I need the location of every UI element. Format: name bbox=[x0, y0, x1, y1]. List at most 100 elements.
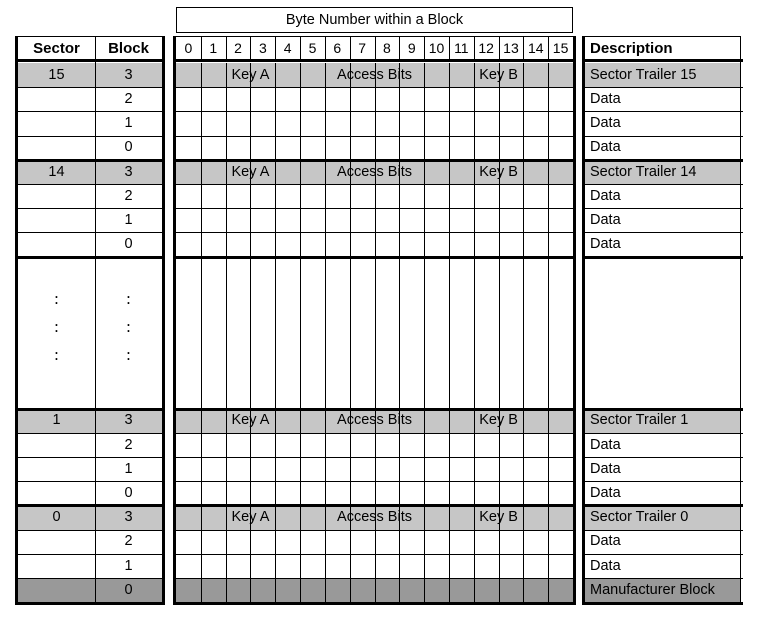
grid-column-line bbox=[300, 135, 301, 160]
row-separator-description bbox=[582, 208, 743, 210]
grid-column-line bbox=[548, 135, 549, 160]
byte-header-title: Byte Number within a Block bbox=[285, 11, 464, 28]
grid-right-border bbox=[573, 36, 576, 606]
byte-header-column-line bbox=[375, 36, 376, 60]
grid-column-line bbox=[300, 529, 301, 554]
byte-number-header-9: 9 bbox=[407, 40, 416, 56]
grid-column-line bbox=[226, 135, 227, 160]
grid-column-line bbox=[375, 135, 376, 160]
grid-column-line bbox=[275, 232, 276, 257]
description-text: Sector Trailer 0 bbox=[590, 509, 689, 526]
grid-column-line bbox=[325, 87, 326, 112]
grid-column-line bbox=[449, 457, 450, 482]
grid-column-line bbox=[250, 208, 251, 233]
grid-column-line bbox=[201, 208, 202, 233]
row-separator-grid bbox=[173, 432, 576, 434]
grid-column-line bbox=[201, 529, 202, 554]
grid-column-line bbox=[275, 135, 276, 160]
grid-column-line bbox=[201, 457, 202, 482]
block-number: 1 bbox=[124, 557, 133, 574]
left-table-right-border bbox=[162, 36, 165, 606]
grid-column-line bbox=[523, 87, 524, 112]
grid-column-line bbox=[201, 481, 202, 506]
description-bottom-border bbox=[582, 602, 743, 606]
grid-column-line bbox=[499, 553, 500, 578]
grid-column-line bbox=[548, 87, 549, 112]
grid-column-line bbox=[548, 432, 549, 457]
byte-title-left-border bbox=[176, 7, 177, 33]
row-separator-description bbox=[582, 457, 743, 458]
grid-column-line bbox=[275, 529, 276, 554]
grid-column-line bbox=[350, 135, 351, 160]
grid-column-line bbox=[449, 184, 450, 209]
row-separator-grid bbox=[173, 481, 576, 483]
grid-column-line bbox=[499, 432, 500, 457]
grid-column-line bbox=[275, 184, 276, 209]
grid-column-line bbox=[250, 432, 251, 457]
trailer-field-0: Key A bbox=[231, 412, 270, 429]
row-separator-description bbox=[582, 553, 743, 555]
description-header-top-rule bbox=[585, 36, 740, 37]
grid-column-line bbox=[350, 529, 351, 554]
row-separator-description bbox=[582, 87, 743, 89]
sector-separator-grid bbox=[173, 504, 576, 508]
grid-column-line bbox=[399, 208, 400, 233]
grid-column-line bbox=[399, 553, 400, 578]
trailer-field-separator bbox=[424, 505, 425, 530]
sector-separator-description bbox=[582, 407, 743, 411]
grid-column-line bbox=[226, 529, 227, 554]
grid-column-line bbox=[300, 87, 301, 112]
byte-header-column-line bbox=[399, 36, 400, 60]
block-number: 3 bbox=[124, 66, 133, 83]
description-text: Sector Trailer 1 bbox=[590, 412, 689, 429]
grid-column-line bbox=[350, 232, 351, 257]
grid-column-line bbox=[275, 256, 276, 409]
sector-separator-left bbox=[18, 504, 165, 508]
grid-column-line bbox=[350, 432, 351, 457]
byte-header-column-line bbox=[499, 36, 500, 60]
byte-header-column-line bbox=[474, 36, 475, 60]
grid-column-line bbox=[325, 529, 326, 554]
grid-column-line bbox=[399, 481, 400, 506]
byte-header-column-line bbox=[523, 36, 524, 60]
block-number: 3 bbox=[124, 509, 133, 526]
grid-column-line bbox=[275, 87, 276, 112]
grid-column-line bbox=[275, 481, 276, 506]
grid-column-line bbox=[499, 111, 500, 136]
grid-column-line bbox=[523, 256, 524, 409]
grid-column-line bbox=[201, 432, 202, 457]
row-separator-description bbox=[582, 184, 743, 185]
block-number: 1 bbox=[124, 115, 133, 132]
grid-column-line bbox=[250, 553, 251, 578]
sector-separator-grid bbox=[173, 158, 576, 162]
grid-column-line bbox=[449, 208, 450, 233]
sector-ellipsis: ::: bbox=[18, 290, 95, 363]
grid-column-line bbox=[300, 208, 301, 233]
grid-column-line bbox=[499, 87, 500, 112]
grid-column-line bbox=[523, 578, 524, 603]
row-separator-left bbox=[18, 457, 165, 458]
grid-column-line bbox=[300, 481, 301, 506]
grid-column-line bbox=[548, 457, 549, 482]
grid-column-line bbox=[449, 111, 450, 136]
byte-header-top-rule bbox=[176, 36, 573, 37]
byte-header-column-line bbox=[300, 36, 301, 60]
row-separator-description bbox=[582, 135, 743, 137]
trailer-field-2: Key B bbox=[479, 412, 518, 429]
row-separator-left bbox=[18, 135, 165, 137]
grid-column-line bbox=[325, 553, 326, 578]
grid-column-line bbox=[449, 553, 450, 578]
grid-column-line bbox=[375, 232, 376, 257]
description-text: Data bbox=[590, 212, 621, 229]
grid-column-line bbox=[226, 481, 227, 506]
ellipsis-dot-group: : bbox=[54, 317, 59, 336]
grid-column-line bbox=[325, 184, 326, 209]
byte-header-column-line bbox=[250, 36, 251, 60]
ellipsis-dot-group: : bbox=[54, 344, 59, 364]
trailer-field-0: Key A bbox=[231, 66, 270, 83]
grid-column-line bbox=[250, 457, 251, 482]
grid-column-line bbox=[375, 87, 376, 112]
row-separator-left bbox=[18, 184, 165, 185]
grid-column-line bbox=[350, 457, 351, 482]
description-left-border bbox=[582, 36, 585, 606]
